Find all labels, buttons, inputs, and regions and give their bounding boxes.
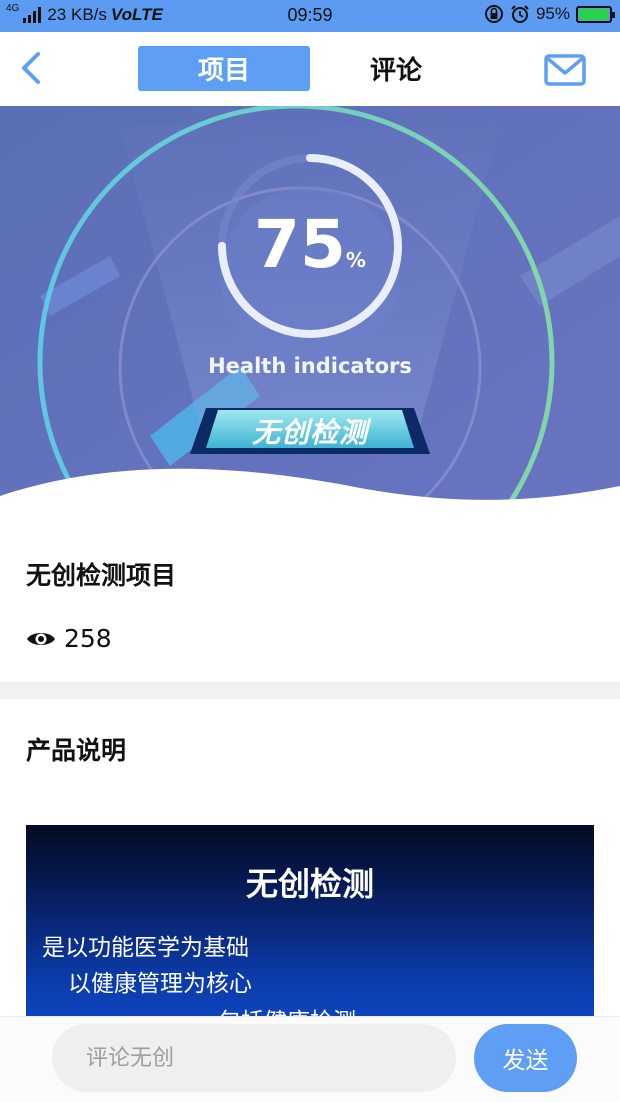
progress-percent: 75% [0,206,620,283]
battery-fill [579,8,608,20]
alarm-icon [511,5,529,23]
view-count: 258 [26,624,112,653]
lock-rotation-icon [484,5,503,23]
description-image: 无创检测 是以功能医学为基础 以健康管理为核心 包括健康检测 [26,825,594,1025]
battery-icon [576,5,615,23]
product-title: 无创检测项目 [26,561,177,590]
eye-icon [27,632,55,645]
banner-image: 75% Health indicators 无创检测 [0,106,620,522]
banner-badge: 无创检测 [251,416,368,449]
slide-title: 无创检测 [245,865,374,903]
comment-bar: 发送 [0,1016,620,1102]
tab-comments[interactable]: 评论 [310,46,482,91]
battery-percent: 95% [535,4,570,23]
slide-line: 以健康管理为核心 [68,971,252,997]
progress-value: 75 [254,206,346,283]
mail-icon[interactable] [544,54,586,86]
status-right: 95% [484,4,615,24]
banner-caption: Health indicators [208,354,412,378]
view-count-value: 258 [64,624,112,653]
slide-line: 是以功能医学为基础 [42,935,249,961]
progress-unit: % [345,248,366,272]
tab-project[interactable]: 项目 [138,46,310,91]
description-title: 产品说明 [26,736,127,765]
status-bar: 4G 23 KB/s VoLTE 09:59 95% [0,0,620,32]
comment-input[interactable] [52,1024,456,1092]
nav-bar: 项目 评论 [0,32,620,106]
section-divider [0,682,620,699]
chevron-left-icon[interactable] [14,50,50,86]
banner-graphic [0,106,620,522]
send-button[interactable]: 发送 [474,1024,577,1092]
